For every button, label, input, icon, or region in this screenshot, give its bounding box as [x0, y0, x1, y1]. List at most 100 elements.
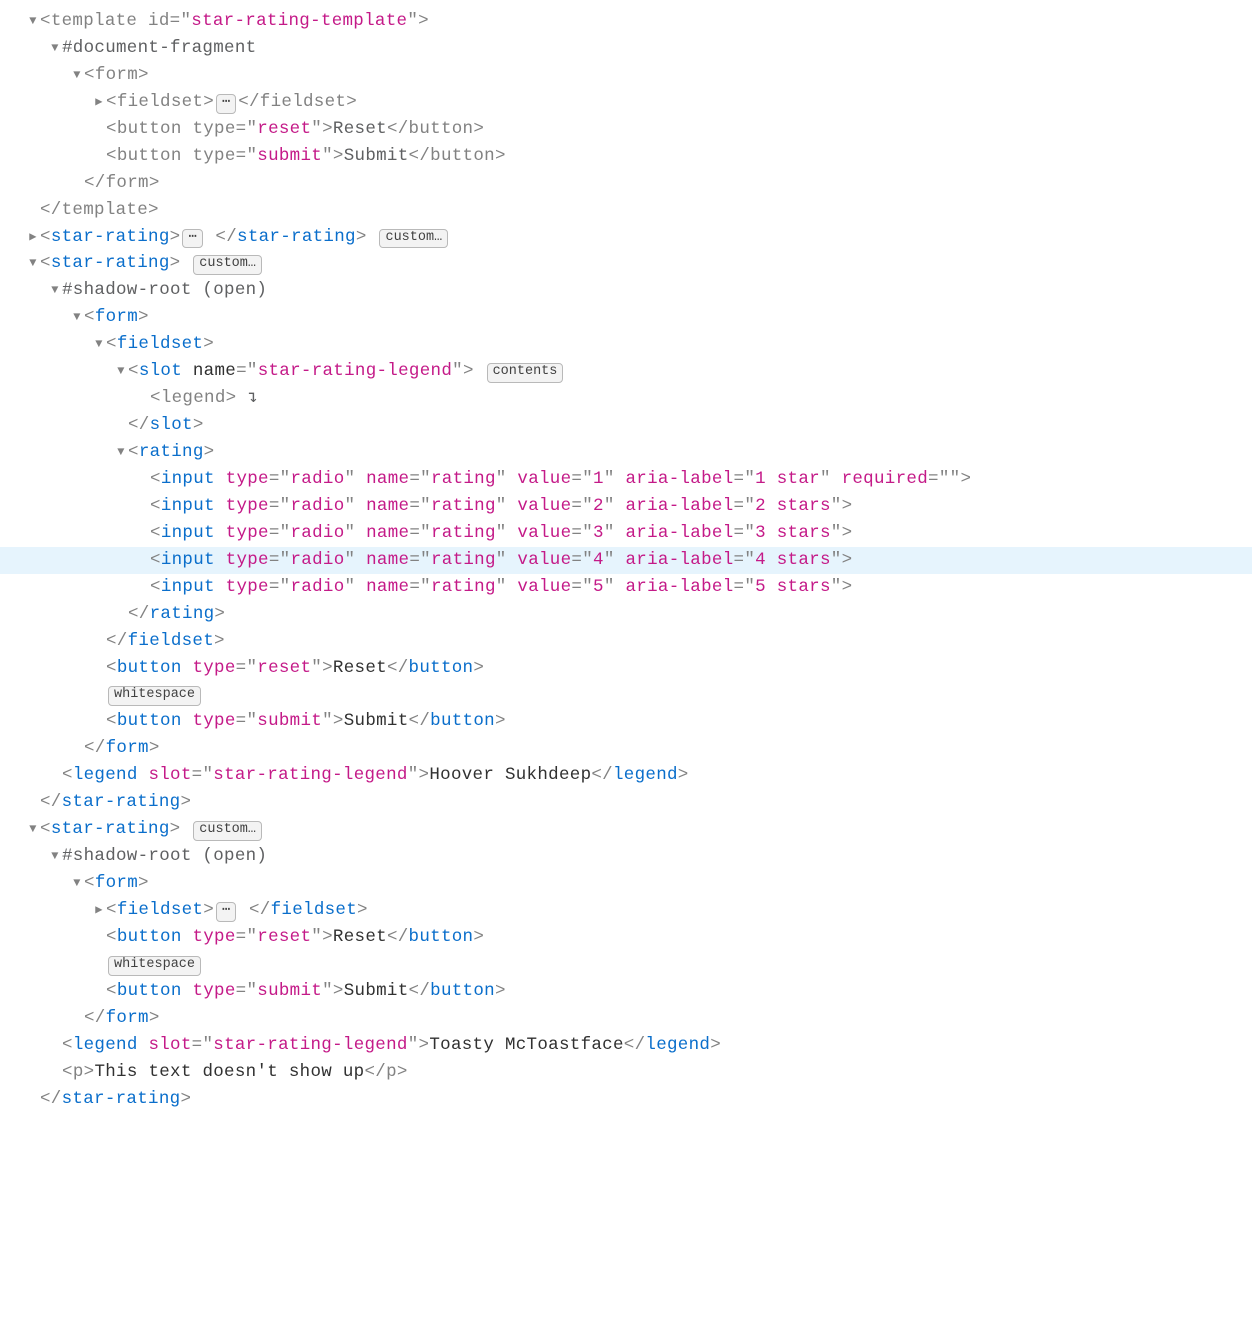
expand-caret-down-icon[interactable]: [70, 66, 84, 84]
dom-tree-line[interactable]: <form>: [0, 304, 1252, 331]
attr-name: type: [226, 523, 269, 543]
attr-name: id: [148, 11, 170, 31]
dom-tree-line[interactable]: <button type="submit">Submit</button>: [0, 978, 1252, 1005]
dom-tree-line[interactable]: <p>This text doesn't show up</p>: [0, 1059, 1252, 1086]
expand-caret-right-icon[interactable]: [92, 93, 106, 111]
attr-value: rating: [431, 496, 496, 516]
tag-name: star-rating: [51, 819, 170, 839]
attr-value: radio: [290, 469, 344, 489]
dom-tree-line[interactable]: <star-rating>⋯ </star-rating> custom…: [0, 224, 1252, 251]
dom-tree-line[interactable]: <slot name="star-rating-legend"> content…: [0, 358, 1252, 385]
expand-caret-down-icon[interactable]: [114, 443, 128, 461]
attr-value: reset: [257, 119, 311, 139]
expand-caret-down-icon[interactable]: [48, 39, 62, 57]
dom-tree-line[interactable]: whitespace: [0, 951, 1252, 978]
dom-tree-line[interactable]: <legend slot="star-rating-legend">Hoover…: [0, 762, 1252, 789]
dom-tree-line[interactable]: <button type="reset">Reset</button>: [0, 924, 1252, 951]
attr-name: name: [366, 496, 409, 516]
dom-tree-line[interactable]: <button type="reset">Reset</button>: [0, 116, 1252, 143]
attr-name: type: [192, 146, 235, 166]
badge-ellipsis[interactable]: ⋯: [182, 229, 202, 249]
tag-name-close: button: [430, 146, 495, 166]
attr-value: rating: [431, 550, 496, 570]
dom-tree-line[interactable]: whitespace: [0, 681, 1252, 708]
text-node: #shadow-root (open): [62, 846, 267, 866]
dom-tree-line[interactable]: <form>: [0, 870, 1252, 897]
tag-name: fieldset: [117, 900, 203, 920]
dom-tree-line[interactable]: #shadow-root (open): [0, 277, 1252, 304]
dom-tree-line[interactable]: </fieldset>: [0, 628, 1252, 655]
dom-tree-line[interactable]: </star-rating>: [0, 789, 1252, 816]
dom-tree-line[interactable]: <fieldset>⋯</fieldset>: [0, 89, 1252, 116]
text-node: Toasty McToastface: [429, 1035, 623, 1055]
dom-tree-line[interactable]: #document-fragment: [0, 35, 1252, 62]
dom-tree-line[interactable]: <star-rating> custom…: [0, 816, 1252, 843]
expand-caret-down-icon[interactable]: [70, 308, 84, 326]
expand-caret-down-icon[interactable]: [26, 12, 40, 30]
dom-tree-line[interactable]: </form>: [0, 170, 1252, 197]
dom-tree-line[interactable]: #shadow-root (open): [0, 843, 1252, 870]
tag-name-close: form: [106, 738, 149, 758]
badge-custom[interactable]: custom…: [193, 821, 262, 841]
dom-tree-line[interactable]: <rating>: [0, 439, 1252, 466]
tag-name: slot: [139, 361, 182, 381]
expand-caret-down-icon[interactable]: [92, 335, 106, 353]
attr-value: 3: [593, 523, 604, 543]
dom-tree-line[interactable]: <star-rating> custom…: [0, 250, 1252, 277]
badge-custom[interactable]: custom…: [379, 229, 448, 249]
text-node: #document-fragment: [62, 38, 256, 58]
tag-name-close: button: [430, 981, 495, 1001]
dom-tree-line[interactable]: <input type="radio" name="rating" value=…: [0, 574, 1252, 601]
dom-tree-line[interactable]: <template id="star-rating-template">: [0, 8, 1252, 35]
badge-ellipsis[interactable]: ⋯: [216, 902, 236, 922]
badge-custom[interactable]: custom…: [193, 255, 262, 275]
attr-value: radio: [290, 550, 344, 570]
attr-value: star-rating-legend: [258, 361, 452, 381]
tag-name: p: [73, 1062, 84, 1082]
badge-contents[interactable]: contents: [487, 363, 564, 383]
tag-name-close: star-rating: [237, 227, 356, 247]
dom-tree-line[interactable]: <fieldset>⋯ </fieldset>: [0, 897, 1252, 924]
reveal-arrow-icon[interactable]: ↴: [247, 388, 258, 408]
attr-value: rating: [431, 523, 496, 543]
expand-caret-down-icon[interactable]: [26, 254, 40, 272]
dom-tree-line[interactable]: <input type="radio" name="rating" value=…: [0, 466, 1252, 493]
expand-caret-down-icon[interactable]: [114, 362, 128, 380]
dom-tree-line[interactable]: </form>: [0, 735, 1252, 762]
dom-tree-line[interactable]: </rating>: [0, 601, 1252, 628]
dom-tree-line[interactable]: </template>: [0, 197, 1252, 224]
dom-tree-line[interactable]: <input type="radio" name="rating" value=…: [0, 520, 1252, 547]
dom-tree-line[interactable]: <input type="radio" name="rating" value=…: [0, 493, 1252, 520]
tag-name: fieldset: [117, 92, 203, 112]
dom-tree-line[interactable]: </star-rating>: [0, 1086, 1252, 1113]
expand-caret-right-icon[interactable]: [92, 901, 106, 919]
badge-whitespace[interactable]: whitespace: [108, 956, 201, 976]
expand-caret-down-icon[interactable]: [70, 874, 84, 892]
dom-tree-line[interactable]: <button type="submit">Submit</button>: [0, 143, 1252, 170]
badge-whitespace[interactable]: whitespace: [108, 686, 201, 706]
tag-name-close: button: [409, 658, 474, 678]
dom-tree-line[interactable]: <fieldset>: [0, 331, 1252, 358]
dom-tree-line[interactable]: <input type="radio" name="rating" value=…: [0, 547, 1252, 574]
attr-name: aria-label: [625, 496, 733, 516]
tag-name: fieldset: [117, 334, 203, 354]
dom-tree-line[interactable]: <legend> ↴: [0, 385, 1252, 412]
dom-tree-line[interactable]: <form>: [0, 62, 1252, 89]
dom-tree-line[interactable]: </form>: [0, 1005, 1252, 1032]
expand-caret-down-icon[interactable]: [26, 820, 40, 838]
attr-name: required: [842, 469, 928, 489]
tag-name-close: button: [409, 119, 474, 139]
badge-ellipsis[interactable]: ⋯: [216, 94, 236, 114]
expand-caret-down-icon[interactable]: [48, 847, 62, 865]
text-node: #shadow-root (open): [62, 280, 267, 300]
expand-caret-down-icon[interactable]: [48, 281, 62, 299]
dom-tree-line[interactable]: <button type="submit">Submit</button>: [0, 708, 1252, 735]
tag-name-close: star-rating: [62, 792, 181, 812]
dom-tree-line[interactable]: </slot>: [0, 412, 1252, 439]
dom-tree-line[interactable]: <legend slot="star-rating-legend">Toasty…: [0, 1032, 1252, 1059]
tag-name: input: [161, 523, 215, 543]
attr-name: type: [226, 550, 269, 570]
expand-caret-right-icon[interactable]: [26, 228, 40, 246]
attr-name: type: [226, 496, 269, 516]
dom-tree-line[interactable]: <button type="reset">Reset</button>: [0, 655, 1252, 682]
